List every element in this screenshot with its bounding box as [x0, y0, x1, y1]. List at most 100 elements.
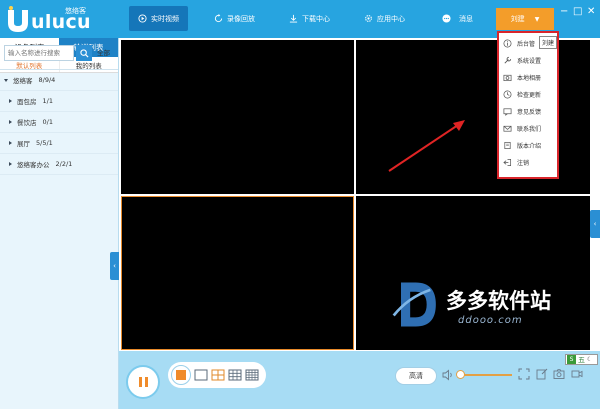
tree-item[interactable]: 展厅 5/5/1 [0, 133, 118, 154]
tree-item[interactable]: 面包房 1/1 [0, 91, 118, 112]
gear-icon [365, 15, 372, 22]
expand-right-icon[interactable] [9, 120, 12, 124]
watermark-title: 多多软件站 [446, 289, 551, 313]
maximize-icon[interactable]: □ [573, 6, 582, 17]
menu-item-label: 注销 [517, 159, 530, 167]
annotation-arrow-icon [388, 120, 465, 172]
menu-item-update[interactable]: 检查更新 [503, 87, 541, 101]
pause-button[interactable] [126, 365, 160, 399]
stop-icon [176, 370, 186, 380]
fullscreen-icon[interactable] [518, 368, 530, 380]
snapshot-camera-icon[interactable] [553, 368, 565, 380]
volume-icon[interactable] [442, 369, 454, 381]
menu-item-label: 意见反馈 [517, 108, 542, 116]
tree-item-count: 8/9/4 [38, 76, 56, 84]
menu-item-label: 版本介绍 [517, 142, 542, 150]
chevron-left-icon: ‹ [113, 262, 116, 270]
volume-slider[interactable] [458, 374, 512, 376]
layout-switcher [168, 362, 266, 388]
user-name: 刘建 [510, 15, 525, 23]
layout-4x4-icon[interactable] [245, 369, 259, 381]
record-video-icon[interactable] [571, 368, 583, 380]
watermark-logo-icon [392, 282, 436, 327]
expand-down-icon[interactable] [4, 78, 8, 82]
nav-messages-label: 消息 [459, 14, 473, 23]
user-menu-button[interactable]: 刘建 ▼ [496, 8, 554, 30]
wrench-icon [504, 56, 512, 64]
ime-indicator[interactable]: S 五 ☾ [565, 354, 598, 365]
download-icon [289, 14, 298, 23]
menu-item-logout[interactable]: 注销 [503, 155, 529, 169]
volume-slider-handle[interactable] [456, 370, 465, 379]
menu-item-label: 联系我们 [517, 125, 542, 133]
search-button[interactable] [76, 45, 92, 61]
tree-item-count: 1/1 [42, 97, 53, 105]
minimize-icon[interactable]: − [560, 6, 568, 17]
close-icon[interactable]: ✕ [587, 6, 595, 17]
nav-live-label: 实时视频 [151, 14, 179, 23]
ime-logo-icon: S [567, 355, 576, 364]
stop-button[interactable] [171, 365, 191, 385]
pause-icon [138, 377, 148, 387]
feedback-icon [503, 107, 512, 116]
search-icon [79, 48, 89, 58]
tree-item-count: 2/2/1 [55, 160, 73, 168]
menu-item-label: 本地相册 [517, 74, 542, 82]
menu-item-settings[interactable]: 系统设置 [503, 53, 541, 67]
menu-item-album[interactable]: 本地相册 [503, 70, 541, 84]
tree-item-count: 5/5/1 [36, 139, 53, 147]
right-panel-collapse-button[interactable]: ‹ [590, 210, 600, 238]
edit-icon[interactable] [536, 368, 548, 380]
tree-item-count: 0/1 [42, 118, 53, 126]
user-dropdown-menu: 后台管 系统设置 本地相册 检查更新 意见反馈 联系我们 版本介绍 注销 [497, 31, 559, 179]
nav-app-center[interactable]: 应用中心 [364, 6, 405, 31]
app-logo: ulucu 悠络客 [3, 3, 118, 36]
chevron-down-icon: ▼ [534, 15, 540, 23]
menu-item-admin[interactable]: 后台管 [503, 36, 535, 50]
nav-playback[interactable]: 录像回放 [214, 6, 255, 31]
tree-item-name: 面包房 [17, 98, 37, 106]
menu-item-label: 检查更新 [517, 91, 542, 99]
menu-item-label: 后台管 [517, 40, 536, 48]
tree-item[interactable]: 悠络客 8/9/4 [0, 70, 118, 91]
nav-live-video[interactable]: 实时视频 [129, 6, 188, 31]
device-tree: 悠络客 8/9/4 面包房 1/1 餐饮店 0/1 展厅 5/5/1 悠络客办公… [0, 69, 118, 175]
book-icon [504, 141, 511, 149]
expand-right-icon[interactable] [9, 141, 12, 145]
tree-item[interactable]: 悠络客办公 2/2/1 [0, 154, 118, 175]
user-tooltip: 刘建 [539, 36, 558, 49]
tree-item[interactable]: 餐饮店 0/1 [0, 112, 118, 133]
menu-item-version[interactable]: 版本介绍 [503, 138, 541, 152]
sidebar-collapse-button[interactable]: ‹ [110, 252, 119, 280]
menu-item-feedback[interactable]: 意见反馈 [503, 104, 541, 118]
moon-icon: ☾ [587, 356, 593, 363]
chevron-left-icon: ‹ [593, 220, 597, 228]
quality-button[interactable]: 高清 [395, 367, 437, 385]
video-cell[interactable] [121, 40, 354, 194]
nav-app-center-label: 应用中心 [377, 14, 405, 23]
layout-3x3-icon[interactable] [228, 369, 242, 381]
search-row: 全部 [4, 45, 116, 61]
ulucu-logo-icon [8, 6, 28, 32]
search-input[interactable] [4, 45, 74, 61]
ime-mode-label: 五 [578, 355, 585, 364]
logout-icon [503, 158, 512, 166]
expand-right-icon[interactable] [9, 99, 12, 103]
layout-1x1-icon[interactable] [194, 369, 208, 381]
expand-right-icon[interactable] [9, 162, 12, 166]
all-button[interactable]: 全部 [97, 45, 110, 61]
photo-icon [503, 74, 512, 81]
video-cell-selected[interactable] [121, 196, 354, 350]
nav-download-label: 下载中心 [302, 14, 330, 23]
menu-item-label: 系统设置 [517, 57, 542, 65]
nav-download[interactable]: 下载中心 [289, 6, 330, 31]
message-icon [442, 14, 451, 23]
nav-playback-label: 录像回放 [227, 14, 255, 23]
menu-item-contact[interactable]: 联系我们 [503, 121, 541, 135]
watermark: 多多软件站 ddooo.com [390, 273, 590, 338]
layout-2x2-icon[interactable] [211, 369, 225, 381]
mail-icon [503, 125, 512, 132]
nav-messages[interactable]: 消息 [442, 6, 473, 31]
clock-icon [503, 90, 512, 98]
watermark-url: ddooo.com [458, 315, 523, 326]
